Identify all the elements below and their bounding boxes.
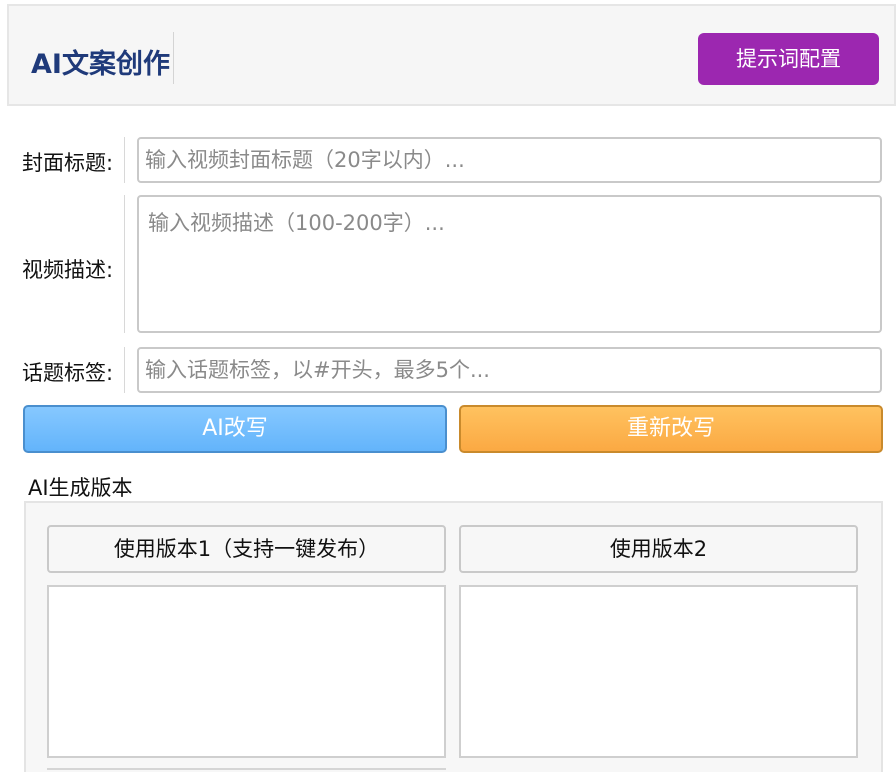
cover-title-input[interactable] [137, 137, 882, 183]
versions-section-title: AI生成版本 [28, 476, 133, 500]
cover-title-label: 封面标题: [22, 151, 114, 175]
video-desc-textarea[interactable] [137, 195, 882, 333]
version-1-content[interactable] [47, 585, 446, 758]
title-divider [173, 32, 174, 84]
version-2-content[interactable] [459, 585, 858, 758]
topic-tags-input[interactable] [137, 347, 882, 393]
label-divider [124, 195, 125, 333]
topic-tags-label: 话题标签: [22, 361, 114, 385]
re-rewrite-button[interactable]: 重新改写 [459, 405, 883, 453]
label-divider [124, 347, 125, 393]
label-divider [124, 137, 125, 183]
use-version-1-button[interactable]: 使用版本1（支持一键发布） [47, 525, 446, 573]
header-bar: AI文案创作 提示词配置 [7, 4, 896, 106]
use-version-2-button[interactable]: 使用版本2 [459, 525, 858, 573]
panel-bottom-divider [47, 768, 446, 772]
ai-rewrite-button[interactable]: AI改写 [23, 405, 447, 453]
page-title: AI文案创作 [31, 49, 170, 80]
prompt-config-button[interactable]: 提示词配置 [698, 33, 879, 85]
ai-copywriting-page: AI文案创作 提示词配置 封面标题: 视频描述: 话题标签: AI改写 重新改写… [0, 0, 896, 772]
video-desc-label: 视频描述: [22, 258, 114, 282]
